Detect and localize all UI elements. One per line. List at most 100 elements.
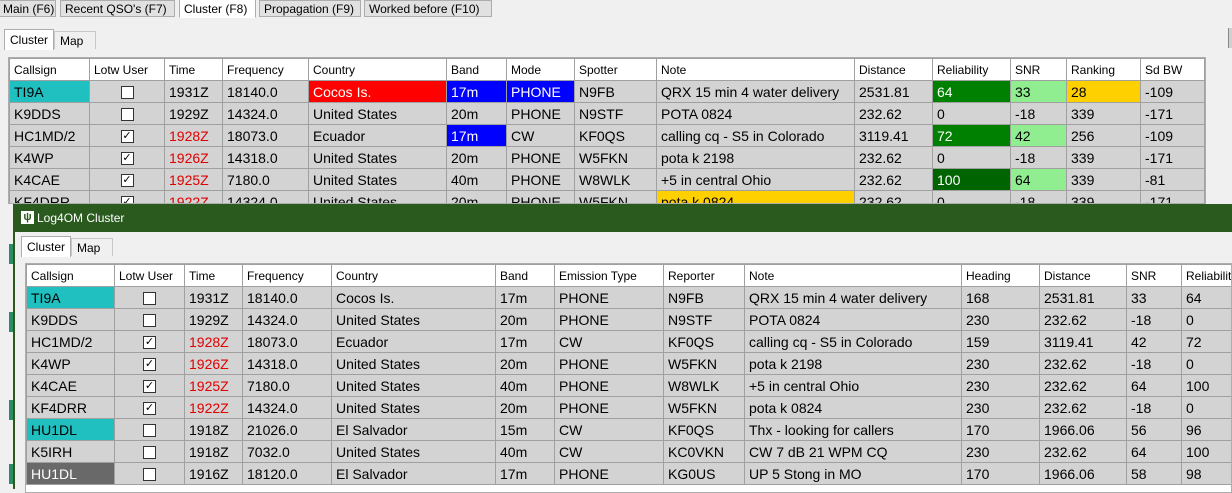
- col-header-emission-type[interactable]: Emission Type: [555, 265, 664, 287]
- tab-recent-qsos[interactable]: Recent QSO's (F7): [60, 0, 175, 17]
- lotw-checkbox-cell[interactable]: [115, 309, 185, 331]
- cell-snr: 58: [1127, 463, 1182, 485]
- table-row[interactable]: HU1DL1916Z18120.0El Salvador17mPHONEKG0U…: [27, 463, 1232, 485]
- col-header-distance[interactable]: Distance: [1040, 265, 1127, 287]
- table-row[interactable]: TI9A1931Z18140.0Cocos Is.17mPHONEN9FBQRX…: [10, 81, 1205, 103]
- cell-reliability: 0: [1182, 397, 1232, 419]
- col-header-note[interactable]: Note: [745, 265, 962, 287]
- table-row[interactable]: K5IRH1918Z7032.0United States40mCWKC0VKN…: [27, 441, 1232, 463]
- table-row[interactable]: HC1MD/2✓1928Z18073.0Ecuador17mCWKF0QScal…: [27, 331, 1232, 353]
- window-subtab-map[interactable]: Map: [71, 238, 113, 256]
- lotw-checkbox-cell[interactable]: ✓: [90, 169, 165, 191]
- table-row[interactable]: K9DDS1929Z14324.0United States20mPHONEN9…: [10, 103, 1205, 125]
- lotw-checkbox-cell[interactable]: ✓: [115, 353, 185, 375]
- col-header-mode[interactable]: Mode: [507, 59, 575, 81]
- col-header-country[interactable]: Country: [309, 59, 447, 81]
- lotw-checkbox-cell[interactable]: [90, 103, 165, 125]
- table-row[interactable]: K4CAE✓1925Z7180.0United States40mPHONEW8…: [27, 375, 1232, 397]
- col-header-callsign[interactable]: Callsign: [10, 59, 90, 81]
- col-header-snr[interactable]: SNR: [1127, 265, 1182, 287]
- table-row[interactable]: HU1DL1918Z21026.0El Salvador15mCWKF0QSTh…: [27, 419, 1232, 441]
- unchecked-icon[interactable]: [143, 314, 156, 327]
- table-row[interactable]: HC1MD/2✓1928Z18073.0Ecuador17mCWKF0QScal…: [10, 125, 1205, 147]
- lotw-checkbox-cell[interactable]: ✓: [90, 147, 165, 169]
- tab-propagation[interactable]: Propagation (F9): [259, 0, 361, 17]
- col-header-frequency[interactable]: Frequency: [223, 59, 309, 81]
- lotw-checkbox-cell[interactable]: ✓: [90, 191, 165, 205]
- cell-note: pota k 2198: [657, 147, 855, 169]
- col-header-band[interactable]: Band: [447, 59, 507, 81]
- main-cluster-grid[interactable]: CallsignLotw UserTimeFrequencyCountryBan…: [8, 57, 1206, 204]
- tab-main[interactable]: Main (F6): [0, 0, 56, 17]
- col-header-reliability[interactable]: Reliability: [933, 59, 1011, 81]
- checked-icon[interactable]: ✓: [143, 402, 156, 415]
- lotw-checkbox-cell[interactable]: ✓: [115, 331, 185, 353]
- checked-icon[interactable]: ✓: [143, 336, 156, 349]
- table-row[interactable]: TI9A1931Z18140.0Cocos Is.17mPHONEN9FBQRX…: [27, 287, 1232, 309]
- lotw-checkbox-cell[interactable]: [90, 81, 165, 103]
- cell-spotter: N9FB: [575, 81, 657, 103]
- col-header-reliability[interactable]: Reliability: [1182, 265, 1232, 287]
- cell-country: United States: [332, 375, 496, 397]
- col-header-lotw-user[interactable]: Lotw User: [90, 59, 165, 81]
- unchecked-icon[interactable]: [121, 86, 134, 99]
- checked-icon[interactable]: ✓: [143, 358, 156, 371]
- lotw-checkbox-cell[interactable]: ✓: [115, 397, 185, 419]
- cell-heading: 230: [962, 441, 1040, 463]
- col-header-ranking[interactable]: Ranking: [1067, 59, 1141, 81]
- table-row[interactable]: KF4DRR✓1922Z14324.0United States20mPHONE…: [27, 397, 1232, 419]
- cell-reliability: 64: [933, 81, 1011, 103]
- unchecked-icon[interactable]: [143, 292, 156, 305]
- window-body: Cluster Map CallsignLotw UserTimeFrequen…: [15, 232, 1232, 489]
- col-header-distance[interactable]: Distance: [855, 59, 933, 81]
- cell-note: QRX 15 min 4 water delivery: [657, 81, 855, 103]
- col-header-sd-bw[interactable]: Sd BW: [1141, 59, 1205, 81]
- table-row[interactable]: K4WP✓1926Z14318.0United States20mPHONEW5…: [27, 353, 1232, 375]
- unchecked-icon[interactable]: [143, 446, 156, 459]
- col-header-frequency[interactable]: Frequency: [243, 265, 332, 287]
- lotw-checkbox-cell[interactable]: [115, 441, 185, 463]
- tab-worked-before[interactable]: Worked before (F10): [364, 0, 492, 17]
- right-scrollbar[interactable]: [1228, 28, 1232, 48]
- cell-note: pota k 0824: [657, 191, 855, 205]
- lotw-checkbox-cell[interactable]: [115, 419, 185, 441]
- checked-icon[interactable]: ✓: [143, 380, 156, 393]
- table-row[interactable]: K4CAE✓1925Z7180.0United States40mPHONEW8…: [10, 169, 1205, 191]
- checked-icon[interactable]: ✓: [121, 174, 134, 187]
- cell-callsign: K5IRH: [27, 441, 115, 463]
- tab-cluster[interactable]: Cluster (F8): [179, 0, 256, 18]
- main-subtab-map[interactable]: Map: [54, 31, 96, 49]
- lotw-checkbox-cell[interactable]: [115, 463, 185, 485]
- unchecked-icon[interactable]: [143, 468, 156, 481]
- col-header-lotw-user[interactable]: Lotw User: [115, 265, 185, 287]
- main-subtab-cluster[interactable]: Cluster: [4, 29, 54, 50]
- lotw-checkbox-cell[interactable]: [115, 287, 185, 309]
- col-header-reporter[interactable]: Reporter: [664, 265, 745, 287]
- unchecked-icon[interactable]: [121, 108, 134, 121]
- cell-distance: 232.62: [1040, 309, 1127, 331]
- col-header-band[interactable]: Band: [496, 265, 555, 287]
- col-header-heading[interactable]: Heading: [962, 265, 1040, 287]
- cell-time: 1918Z: [185, 419, 243, 441]
- cell-band: 20m: [447, 103, 507, 125]
- col-header-note[interactable]: Note: [657, 59, 855, 81]
- window-subtab-cluster[interactable]: Cluster: [21, 236, 71, 257]
- lotw-checkbox-cell[interactable]: ✓: [115, 375, 185, 397]
- col-header-time[interactable]: Time: [185, 265, 243, 287]
- col-header-country[interactable]: Country: [332, 265, 496, 287]
- table-row[interactable]: KF4DRR✓1922Z14324.0United States20mPHONE…: [10, 191, 1205, 205]
- unchecked-icon[interactable]: [143, 424, 156, 437]
- table-row[interactable]: K9DDS1929Z14324.0United States20mPHONEN9…: [27, 309, 1232, 331]
- col-header-time[interactable]: Time: [165, 59, 223, 81]
- lotw-checkbox-cell[interactable]: ✓: [90, 125, 165, 147]
- col-header-snr[interactable]: SNR: [1011, 59, 1067, 81]
- checked-icon[interactable]: ✓: [121, 152, 134, 165]
- table-row[interactable]: K4WP✓1926Z14318.0United States20mPHONEW5…: [10, 147, 1205, 169]
- cell-time: 1925Z: [165, 169, 223, 191]
- checked-icon[interactable]: ✓: [121, 130, 134, 143]
- cell-time: 1916Z: [185, 463, 243, 485]
- col-header-spotter[interactable]: Spotter: [575, 59, 657, 81]
- window-cluster-grid[interactable]: CallsignLotw UserTimeFrequencyCountryBan…: [25, 263, 1232, 493]
- checked-icon[interactable]: ✓: [121, 196, 134, 204]
- col-header-callsign[interactable]: Callsign: [27, 265, 115, 287]
